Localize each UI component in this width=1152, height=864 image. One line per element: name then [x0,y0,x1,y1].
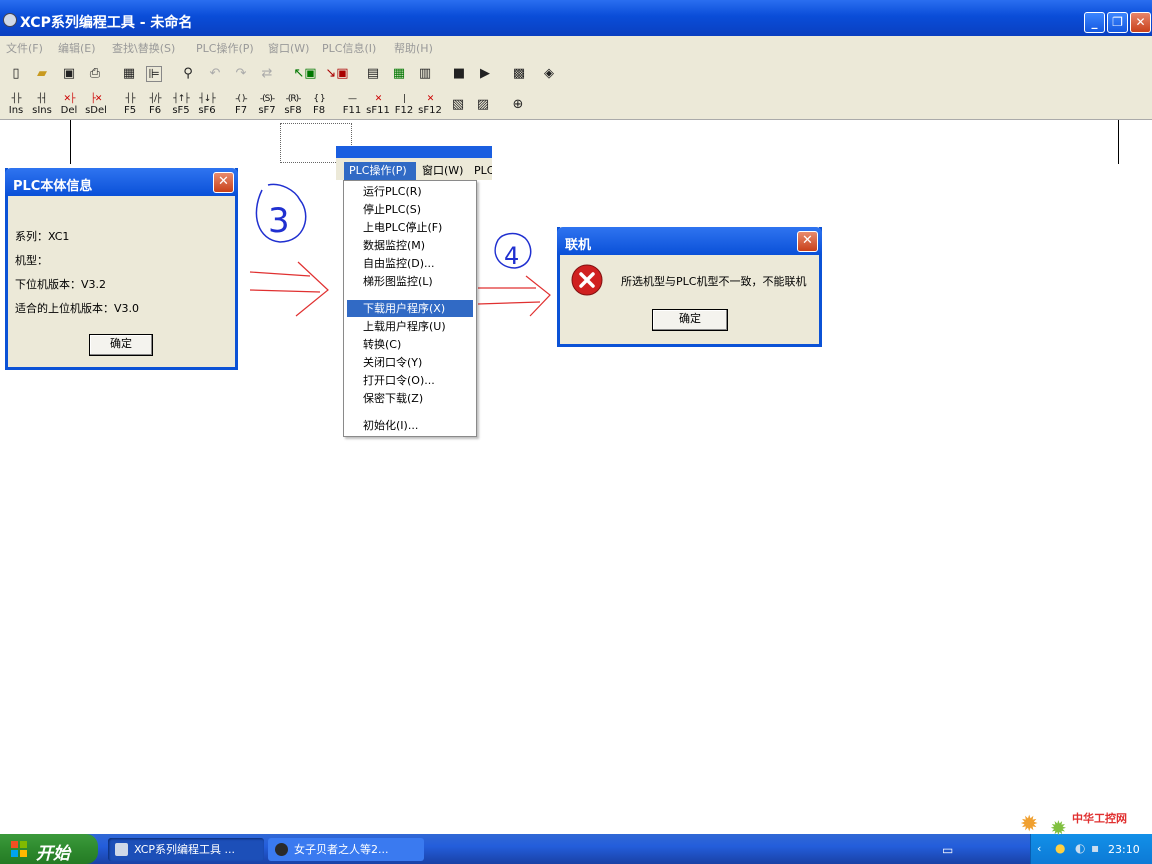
menu-item-stop-plc[interactable]: 停止PLC(S) [347,201,473,218]
plc-info-title-bar[interactable]: PLC本体信息 ✕ [5,168,238,196]
clock[interactable]: 23:10 [1108,843,1140,856]
red-arrow-left [249,261,329,317]
windows-flag-icon [11,841,27,857]
step4-number: 4 [504,242,519,270]
series-label: 系列：XC1 [15,230,70,243]
menu-item-download-program[interactable]: 下载用户程序(X) [347,300,473,317]
security-icon[interactable]: ▪ [1091,841,1099,855]
error-message: 所选机型与PLC机型不一致，不能联机 [621,275,807,288]
task-label: 女子贝者之人等2... [294,843,389,856]
menu-bar-fragment: PLC操作(P) 窗口(W) PLC [336,146,492,180]
lower-version-label: 下位机版本：V3.2 [15,278,107,291]
menu-separator [347,294,473,295]
error-icon [571,264,603,296]
gear-icon: ✹ [1050,816,1067,840]
dialog-title: PLC本体信息 [13,179,93,194]
online-dialog-title-bar[interactable]: 联机 ✕ [557,227,822,255]
online-dialog-close-button[interactable]: ✕ [797,231,818,252]
plc-operation-dropdown: 运行PLC(R) 停止PLC(S) 上电PLC停止(F) 数据监控(M) 自由监… [343,180,477,437]
menu-item-free-monitor[interactable]: 自由监控(D)... [347,255,473,272]
menu-item-secure-download[interactable]: 保密下载(Z) [347,390,473,407]
dialog-title: 联机 [565,238,592,253]
menu-item-data-monitor[interactable]: 数据监控(M) [347,237,473,254]
plc-info-close-button[interactable]: ✕ [213,172,234,193]
browser-icon [275,843,288,856]
menu-item-open-password[interactable]: 打开口令(O)... [347,372,473,389]
menu-item-convert[interactable]: 转换(C) [347,336,473,353]
start-label: 开始 [36,844,70,864]
upper-version-label: 适合的上位机版本：V3.0 [15,302,140,315]
model-label: 机型： [15,254,48,267]
volume-icon[interactable]: ◐ [1075,841,1085,855]
annotation-layer: 3 4 [249,183,551,317]
plc-info-ok-button[interactable]: 确定 [89,334,153,356]
menu-item-upload-program[interactable]: 上载用户程序(U) [347,318,473,335]
step3-number: 3 [268,201,290,241]
menu-item-close-password[interactable]: 关闭口令(Y) [347,354,473,371]
menu-item-power-on-stop[interactable]: 上电PLC停止(F) [347,219,473,236]
gear-icon: ✹ [1020,812,1039,837]
menu-plc-operation-active[interactable]: PLC操作(P) [344,162,416,180]
red-arrow-right [477,275,551,317]
menu-item-ladder-monitor[interactable]: 梯形图监控(L) [347,273,473,290]
taskbar-item-second[interactable]: 女子贝者之人等2... [268,838,424,861]
menu-item-initialize[interactable]: 初始化(I)... [347,417,473,434]
title-bar-fragment [336,146,492,158]
network-icon[interactable]: ● [1055,841,1065,855]
online-dialog-ok-button[interactable]: 确定 [652,309,728,331]
watermark-domain: gkong.com [1078,824,1128,834]
watermark: ✹ ✹ 中华工控网 gkong.com [1020,808,1150,840]
online-error-dialog: 联机 ✕ 所选机型与PLC机型不一致，不能联机 确定 [557,227,822,347]
menu-window-fragment[interactable]: 窗口(W) [422,162,463,180]
app-icon [115,843,128,856]
menu-separator [347,411,473,412]
task-label: XCP系列编程工具 ... [134,843,236,856]
menu-plc-info-fragment[interactable]: PLC [474,162,492,180]
taskbar-item-xcp[interactable]: XCP系列编程工具 ... [108,838,264,861]
menu-item-run-plc[interactable]: 运行PLC(R) [347,183,473,200]
keyboard-icon[interactable]: ▭ [942,843,953,857]
plc-info-dialog: PLC本体信息 ✕ 系列：XC1 机型： 下位机版本：V3.2 适合的上位机版本… [5,168,238,370]
tray-expand-icon[interactable]: ‹ [1037,842,1041,855]
